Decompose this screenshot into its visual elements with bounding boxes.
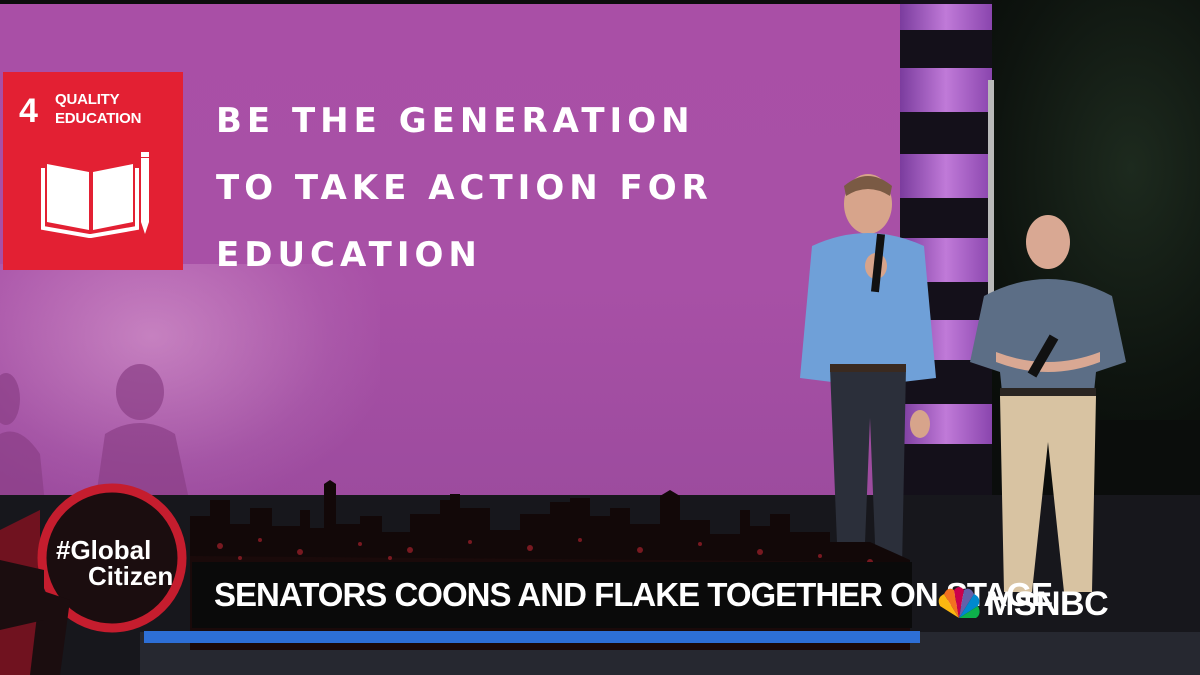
- sdg-title-line-2: EDUCATION: [55, 110, 142, 127]
- sdg-title: QUALITY EDUCATION: [55, 90, 141, 128]
- stage-screen: 4 QUALITY EDUCATION BE THE GENERATION TO…: [0, 4, 900, 504]
- headline-banner: SENATORS COONS AND FLAKE TOGETHER ON STA…: [192, 562, 1053, 628]
- badge-line-1: #Global: [56, 535, 152, 565]
- screen-message-line-1: BE THE GENERATION: [216, 101, 695, 141]
- msnbc-logo-text: MSNBC: [986, 585, 1109, 623]
- sdg-quality-education-tile: 4 QUALITY EDUCATION: [3, 72, 183, 270]
- book-pencil-icon: [41, 152, 149, 238]
- screen-message-line-2: TO TAKE ACTION FOR: [216, 168, 713, 208]
- global-citizen-badge-text: #Global Citizen: [56, 537, 173, 589]
- screen-message: BE THE GENERATION TO TAKE ACTION FOR EDU…: [216, 88, 713, 289]
- lower-third-accent-strip: [144, 631, 920, 643]
- video-frame: 4 QUALITY EDUCATION BE THE GENERATION TO…: [0, 0, 1200, 675]
- network-logo: MSNBC: [934, 584, 1144, 624]
- badge-line-2: Citizen: [88, 561, 174, 591]
- headline-text: SENATORS COONS AND FLAKE TOGETHER ON STA…: [214, 576, 1053, 613]
- sdg-number: 4: [19, 92, 38, 130]
- speaker-right: [970, 215, 1126, 592]
- screen-message-line-3: EDUCATION: [216, 235, 482, 275]
- peacock-icon: [938, 587, 980, 618]
- sdg-title-line-1: QUALITY: [55, 91, 120, 108]
